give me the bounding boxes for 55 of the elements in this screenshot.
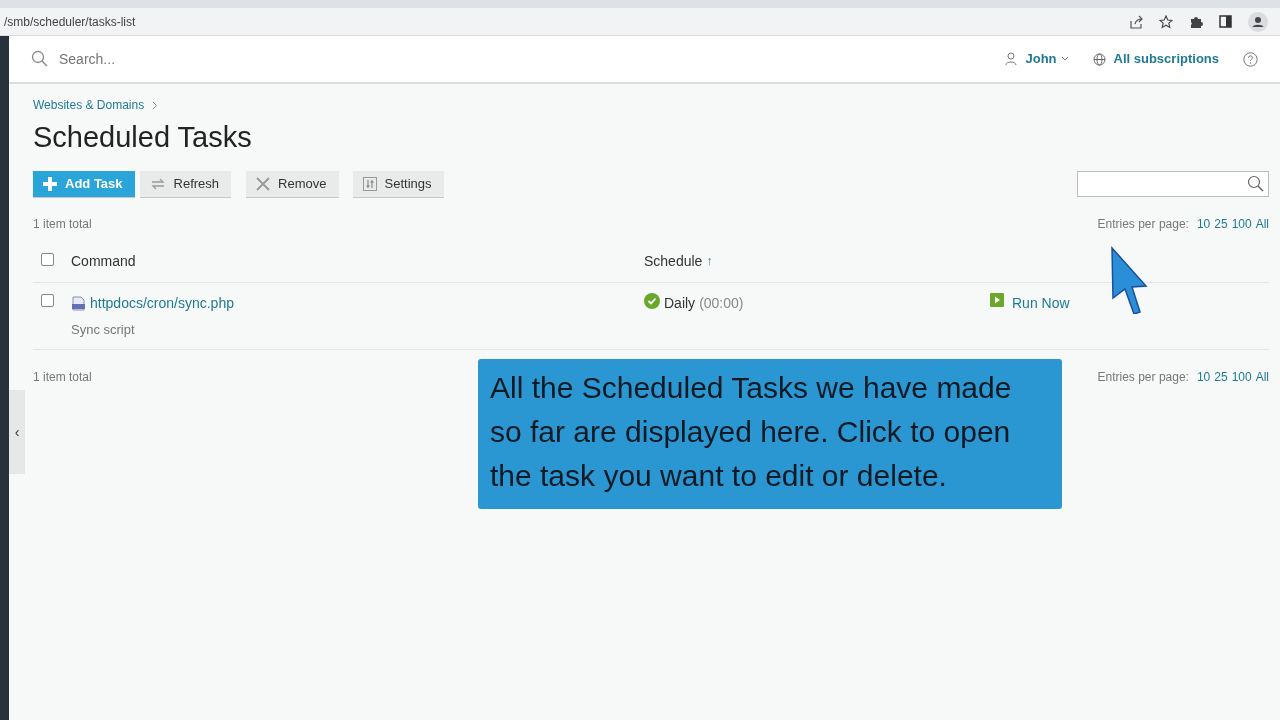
refresh-icon: [149, 176, 166, 191]
list-search-field[interactable]: [1077, 170, 1269, 197]
address-bar[interactable]: /smb/scheduler/tasks-list: [4, 12, 136, 31]
checkbox[interactable]: [41, 293, 54, 307]
chevron-down-icon: [1060, 56, 1069, 62]
sort-arrow: ↑: [706, 253, 713, 271]
page-size-link[interactable]: 10: [1196, 368, 1211, 387]
schedule-text: Daily: [664, 293, 696, 313]
check-circle-icon: [644, 292, 660, 309]
page-size-link[interactable]: 100: [1231, 368, 1252, 387]
page-title: Scheduled Tasks: [33, 120, 253, 155]
remove-button[interactable]: Remove: [246, 170, 339, 197]
page-size-link[interactable]: 25: [1214, 214, 1228, 233]
column-header[interactable]: Command: [71, 250, 136, 272]
user-icon: [1005, 52, 1018, 66]
php-file-icon: [71, 295, 86, 311]
share-icon[interactable]: [1129, 14, 1143, 29]
task-description: Sync script: [71, 320, 136, 339]
run-now-link[interactable]: Run Now: [1012, 292, 1070, 314]
command-link[interactable]: httpdocs/cron/sync.php: [90, 292, 234, 314]
plus-icon: [43, 176, 57, 191]
user-menu[interactable]: John: [1025, 49, 1057, 69]
search-icon: [31, 50, 49, 68]
puzzle-icon[interactable]: [1189, 14, 1203, 29]
chevron-right-icon: [152, 100, 159, 110]
add-button[interactable]: Add Task: [33, 170, 135, 197]
entries-label: Entries per page:: [1097, 215, 1189, 233]
search-field[interactable]: Search...: [57, 47, 357, 71]
star-icon[interactable]: [1159, 14, 1173, 29]
page-size-link[interactable]: 25: [1214, 368, 1228, 387]
entries-label: Entries per page:: [1097, 369, 1189, 387]
checkbox[interactable]: [41, 252, 54, 266]
page-size-link[interactable]: 10: [1196, 214, 1211, 233]
cursor-icon: [1110, 246, 1148, 314]
sidebar-toggle[interactable]: ‹: [9, 390, 25, 474]
side-panel-icon[interactable]: [1219, 15, 1232, 28]
help-icon[interactable]: [1243, 51, 1258, 67]
breadcrumb-link[interactable]: Websites & Domains: [33, 96, 145, 114]
profile-icon[interactable]: [1248, 11, 1268, 32]
search-icon: [1247, 175, 1264, 193]
globe-icon: [1092, 52, 1106, 66]
page-size-link[interactable]: All: [1255, 214, 1269, 233]
items-total: 1 item total: [33, 215, 92, 233]
column-header[interactable]: Schedule: [644, 250, 703, 272]
play-icon: [990, 292, 1004, 307]
sliders-icon: [362, 176, 377, 191]
settings-button[interactable]: Settings: [352, 170, 444, 197]
schedule-time: (00:00): [699, 293, 744, 313]
subscriptions-link[interactable]: All subscriptions: [1113, 49, 1219, 69]
cross-icon: [256, 176, 271, 191]
items-total: 1 item total: [33, 369, 92, 387]
callout-text: All the Scheduled Tasks we have made so far are displayed here. Click to open the task you want to edit or delete.: [478, 359, 1062, 509]
page-size-link[interactable]: All: [1255, 368, 1269, 387]
refresh-button[interactable]: Refresh: [139, 170, 232, 197]
page-size-link[interactable]: 100: [1231, 214, 1252, 233]
